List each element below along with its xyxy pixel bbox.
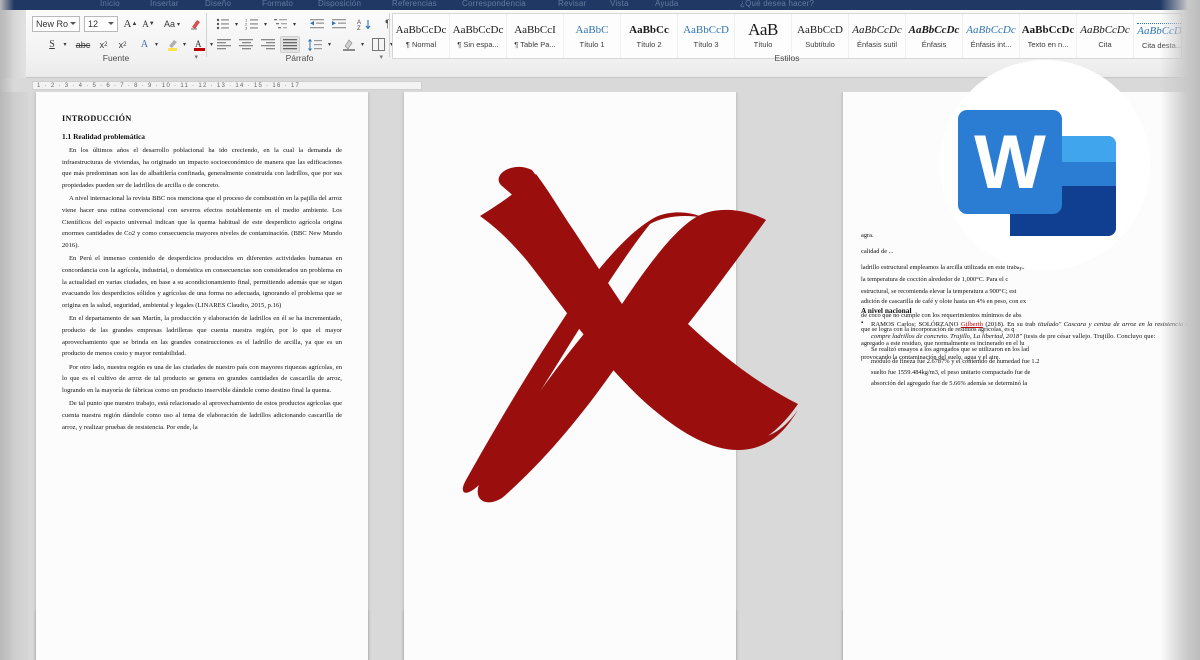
document-paragraph: Por otro lado, nuestra región es una de …: [62, 363, 342, 394]
microsoft-word-logo: W: [958, 96, 1116, 256]
ribbon-tab-9[interactable]: Ayuda: [655, 0, 679, 8]
paragraph-group: ▾ 1 2 3 ▾ ▾ A Z ¶ ▾ ▾ Párrafo ▾: [212, 12, 393, 63]
document-bullet-body-line: absorción del agregado fue de 5.66% adem…: [871, 380, 1028, 388]
shading-dropdown[interactable]: ▾: [358, 36, 367, 53]
page-middle-content: [404, 92, 736, 660]
svg-text:A: A: [195, 39, 202, 49]
svg-text:3: 3: [245, 26, 248, 31]
text-effects-button[interactable]: A: [136, 36, 153, 53]
ribbon-tab-1[interactable]: Insertar: [150, 0, 179, 8]
underline-dropdown-button[interactable]: ▾: [60, 36, 70, 53]
clear-formatting-button[interactable]: [187, 15, 205, 33]
document-page-middle[interactable]: 12: [404, 92, 736, 660]
font-group: New Ro 12 A ▲ A ▼ Aa ▾ S ▾ abc x 2 x 2 A…: [30, 12, 213, 63]
decrease-indent-button[interactable]: [307, 15, 327, 33]
line-spacing-dropdown[interactable]: ▾: [325, 36, 334, 53]
align-left-button[interactable]: [214, 36, 234, 53]
group-divider: [389, 13, 390, 57]
line-spacing-button[interactable]: [306, 36, 325, 53]
borders-button[interactable]: [369, 36, 387, 53]
underline-button[interactable]: S: [44, 36, 60, 53]
ribbon-tab-8[interactable]: Vista: [610, 0, 629, 8]
document-page-left[interactable]: INTRODUCCIÓN 1.1 Realidad problemática En …: [36, 92, 368, 660]
superscript-button[interactable]: x2: [114, 36, 131, 53]
text-highlight-dropdown[interactable]: ▾: [180, 36, 189, 53]
grow-font-button[interactable]: A ▲: [122, 15, 139, 33]
document-paragraph: A nivel internacional la revista BBC nos…: [62, 195, 342, 249]
document-bullet-body-line: suelto fue 1559.484kg/m3, el peso unitar…: [871, 369, 1031, 376]
subscript-button[interactable]: x2: [95, 36, 112, 53]
page-left-content: INTRODUCCIÓN 1.1 Realidad problemática En …: [36, 92, 368, 660]
ribbon-tab-7[interactable]: Revisar: [558, 0, 587, 8]
numbered-list-button[interactable]: 1 2 3: [243, 15, 261, 33]
document-text-fragment: la temperatura de cocción alrededor de 1…: [861, 276, 1009, 283]
document-text-fragment: agra.: [861, 232, 874, 239]
text-effects-dropdown[interactable]: ▾: [152, 36, 161, 53]
shrink-font-button[interactable]: A ▼: [140, 15, 157, 33]
document-paragraph: De tal punto que nuestro trabajo, está r…: [62, 400, 342, 431]
document-text-fragment: ladrillo estructural empleamos la arcill…: [861, 264, 1025, 271]
align-right-button[interactable]: [258, 36, 278, 53]
right-edge-shading: [1160, 0, 1200, 660]
ribbon-tab-5[interactable]: Referencias: [392, 0, 437, 8]
font-size-combo[interactable]: 12: [84, 16, 118, 32]
font-group-label: Fuente: [102, 53, 130, 63]
left-edge-shading: [0, 0, 14, 660]
font-size-value: 12: [88, 19, 99, 29]
styles-group: Estilos: [392, 12, 1182, 63]
bullet-tail: (tesis de pre césar vallejo. Trujillo. C…: [1023, 332, 1156, 340]
multilevel-list-dropdown[interactable]: ▾: [290, 15, 299, 33]
ribbon-tab-6[interactable]: Correspondencia: [462, 0, 526, 8]
document-text-fragment: adición de cascarilla de café y olote ha…: [861, 298, 1027, 305]
shading-button[interactable]: [340, 36, 358, 53]
document-paragraph: En los últimos años el desarrollo poblac…: [62, 147, 342, 189]
document-paragraph: En el departamento de san Martín, la pro…: [62, 315, 342, 358]
ribbon-tab-4[interactable]: Disposición: [318, 0, 361, 8]
strikethrough-button[interactable]: abc: [73, 36, 93, 53]
ribbon-tab-10[interactable]: ¿Qué desea hacer?: [740, 0, 814, 8]
bullet-list-button[interactable]: [214, 15, 232, 33]
document-heading: INTRODUCCIÓN: [62, 114, 132, 123]
bullet-flagged-word: Gilberth: [960, 321, 983, 328]
bullet-lead: RAMOS Carlos; SOLÓRZANO: [871, 321, 961, 328]
ribbon-tab-0[interactable]: Inicio: [100, 0, 120, 8]
svg-text:W: W: [974, 120, 1046, 205]
document-text-fragment: provocando la contaminación del suelo, a…: [861, 354, 1001, 361]
ribbon-tab-3[interactable]: Formato: [262, 0, 293, 8]
increase-indent-button[interactable]: [329, 15, 349, 33]
document-paragraph: En Perú el inmenso contenido de desperdi…: [62, 255, 342, 309]
align-center-button[interactable]: [236, 36, 256, 53]
paragraph-dialog-launcher[interactable]: ▾: [379, 53, 383, 61]
bullet-rest: (2018). En su trab: [982, 321, 1038, 328]
bullet-list-dropdown[interactable]: ▾: [232, 15, 241, 33]
ribbon-tab-strip: Inicio Insertar Diseño Formato Disposición Re…: [0, 0, 1200, 10]
ruler-marks: 1 · 2 · 3 · 4 · 5 · 6 · 7 · 8 · 9 · 10 ·…: [32, 81, 422, 90]
multilevel-list-button[interactable]: [272, 15, 290, 33]
numbered-list-dropdown[interactable]: ▾: [261, 15, 270, 33]
chevron-down-icon[interactable]: [108, 22, 114, 25]
chevron-down-icon[interactable]: [70, 22, 76, 25]
paragraph-group-label: Párrafo: [285, 53, 314, 63]
svg-text:Z: Z: [357, 26, 361, 31]
font-dialog-launcher[interactable]: ▾: [194, 53, 198, 61]
sort-button[interactable]: A Z: [355, 15, 374, 33]
change-case-button[interactable]: Aa ▾: [161, 15, 183, 33]
document-text-fragment: calidad de ...: [861, 248, 894, 255]
document-subheading: 1.1 Realidad problemática: [62, 132, 146, 141]
justify-button[interactable]: [280, 36, 300, 53]
document-bullet-item: RAMOS Carlos; SOLÓRZANO Gilberth (2018).…: [861, 318, 1189, 342]
group-divider: [206, 13, 207, 57]
font-name-combo[interactable]: New Ro: [32, 16, 80, 32]
word-screenshot: Inicio Insertar Diseño Formato Disposición Re…: [0, 0, 1200, 660]
ribbon-tab-2[interactable]: Diseño: [205, 0, 231, 8]
text-highlight-button[interactable]: [163, 36, 181, 53]
font-name-value: New Ro: [36, 19, 69, 29]
